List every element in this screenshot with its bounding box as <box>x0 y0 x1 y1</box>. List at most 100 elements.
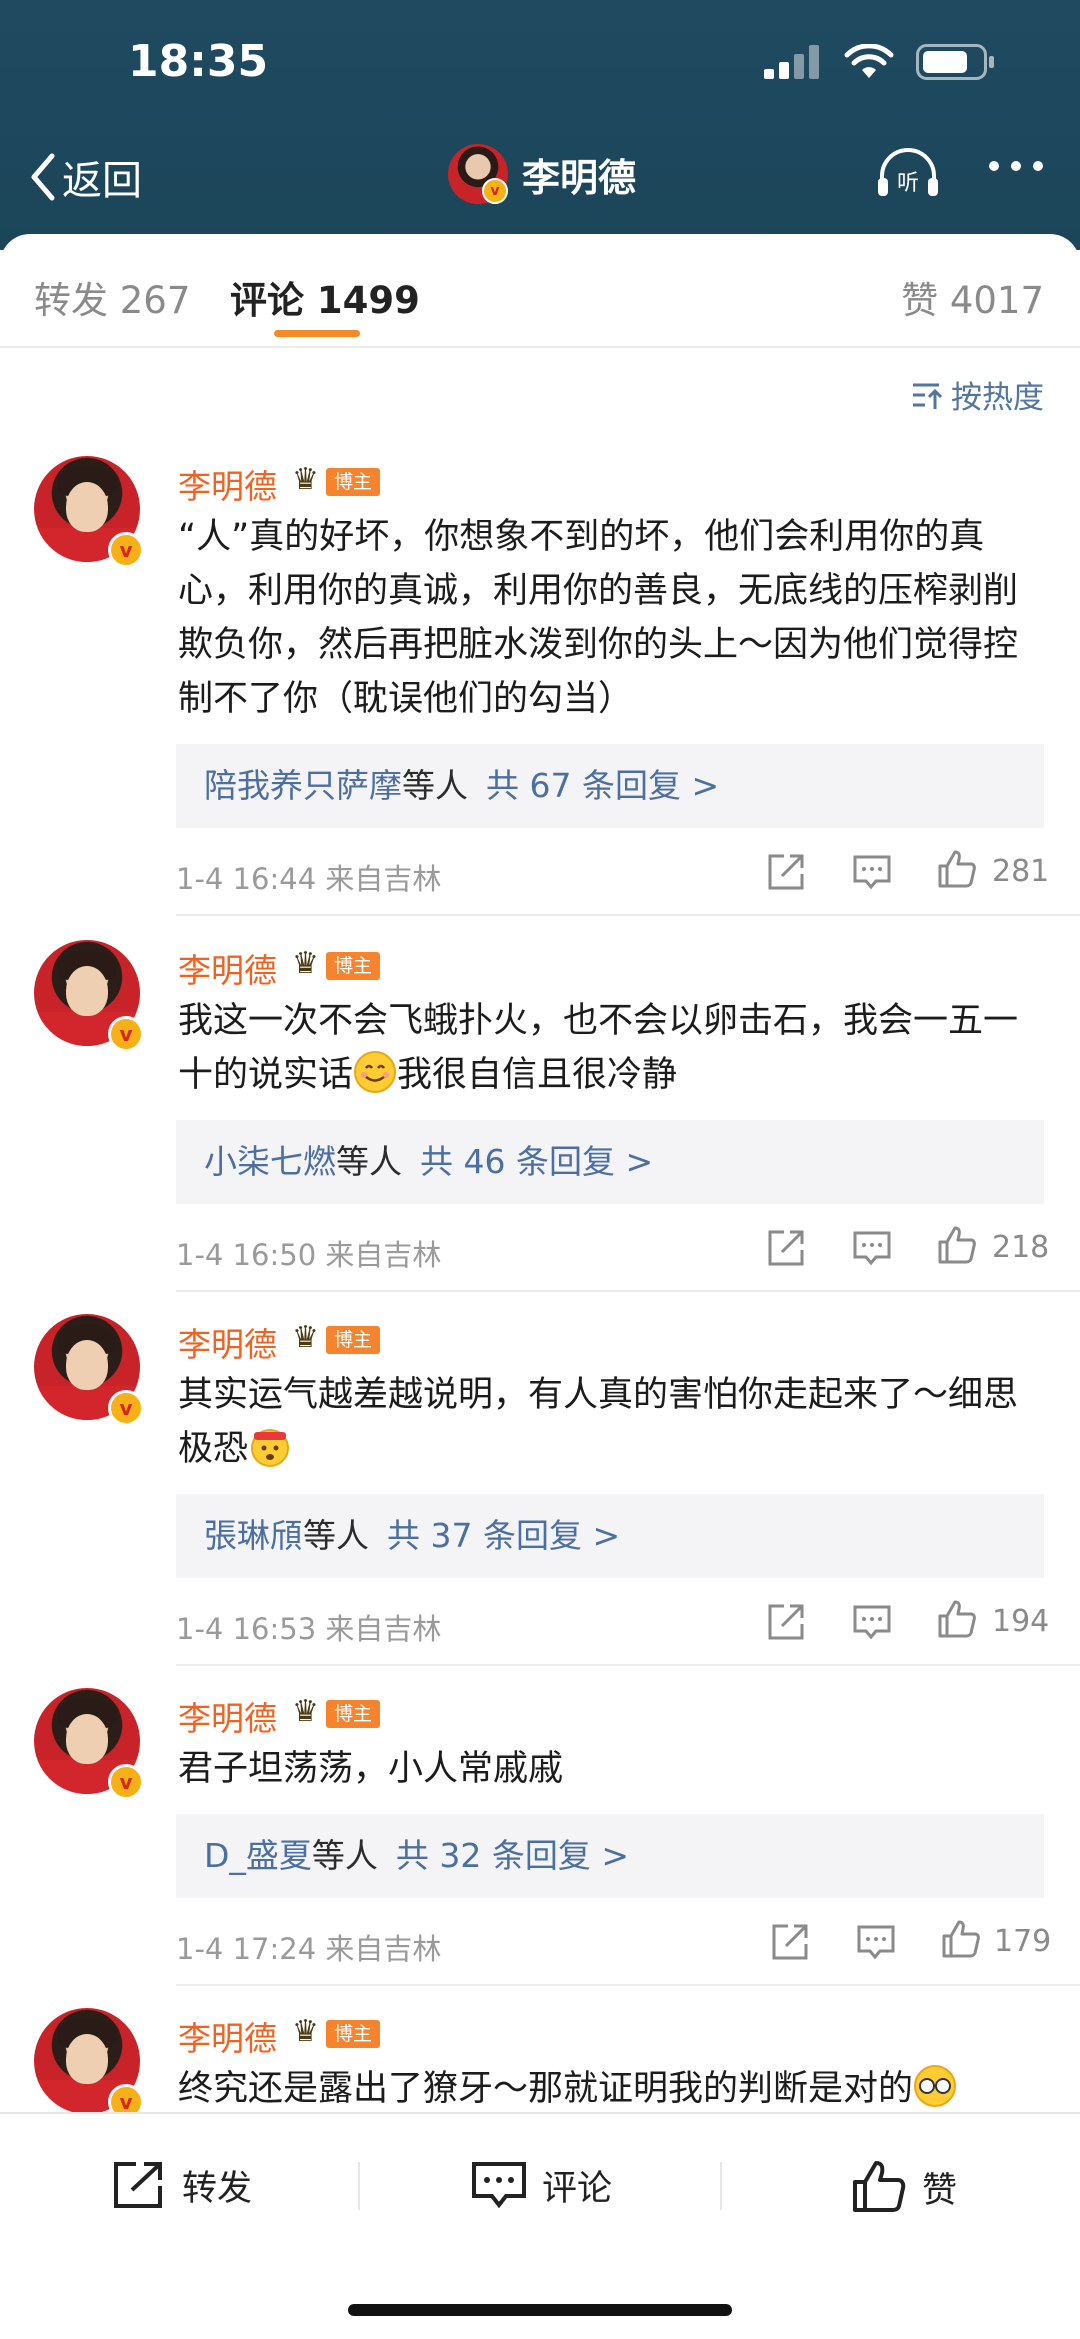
sort-button[interactable]: 按热度 <box>911 372 1044 417</box>
reply-comment-button[interactable] <box>852 1228 892 1272</box>
sort-label: 按热度 <box>951 380 1044 416</box>
reply-etc: 等人 <box>311 1836 378 1875</box>
author-tag: 博主 <box>326 1700 381 1728</box>
reply-user[interactable]: 陪我养只萨摩 <box>204 766 402 805</box>
battery-icon <box>916 44 994 80</box>
share-icon <box>772 1924 808 1960</box>
divider <box>176 1664 1080 1666</box>
scared-emoji-icon <box>251 1429 290 1467</box>
listen-button[interactable]: 听 <box>876 148 940 204</box>
comment-text: “人”真的好坏，你想象不到的坏，他们会利用你的真心，利用你的真诚，利用你的善良，… <box>178 517 1019 719</box>
comment-text: 我这一次不会飞蛾扑火，也不会以卵击石，我会一五一十的说实话 我很自信且很冷静 <box>178 994 1048 1102</box>
verified-badge-icon: v <box>482 178 508 204</box>
share-comment-button[interactable] <box>766 1228 806 1272</box>
tab-repost[interactable]: 转发 267 <box>34 270 190 324</box>
verified-badge-icon: v <box>108 1016 144 1052</box>
thumbs-up-icon <box>938 850 976 888</box>
top-header: 18:35 返回 v 李明德 听 <box>0 0 1080 250</box>
share-comment-button[interactable] <box>766 1602 806 1646</box>
back-button[interactable]: 返回 <box>28 148 142 206</box>
comment-icon <box>853 1231 891 1266</box>
reply-count[interactable]: 共 32 条回复 > <box>396 1836 629 1875</box>
divider <box>176 1984 1080 1986</box>
share-icon <box>768 1604 804 1640</box>
verified-badge-icon: v <box>108 1390 144 1426</box>
repost-button[interactable]: 转发 <box>110 2158 252 2212</box>
glasses-emoji-icon <box>914 2065 957 2107</box>
comment-meta: 1-4 16:50 来自吉林 <box>176 1238 442 1272</box>
back-label: 返回 <box>62 158 142 204</box>
reply-etc: 等人 <box>303 1516 369 1555</box>
like-comment-button[interactable] <box>936 848 978 894</box>
comment-icon <box>857 1925 895 1960</box>
comment-text-part: 其实运气越差越说明，有人真的害怕你走起来了～细思极恐 <box>178 1375 1019 1469</box>
comment-text-part: 我很自信且很冷静 <box>397 1055 678 1095</box>
separator <box>720 2162 722 2210</box>
signal-icon <box>764 45 819 79</box>
reply-summary[interactable]: 小柒七燃等人共 46 条回复 > <box>176 1120 1044 1204</box>
reply-count[interactable]: 共 37 条回复 > <box>387 1516 620 1555</box>
comment-text: 君子坦荡荡，小人常戚戚 <box>178 1749 564 1789</box>
thumbs-up-icon <box>853 2161 906 2212</box>
reply-comment-button[interactable] <box>852 1602 892 1646</box>
status-icons <box>764 44 996 80</box>
comment-text: 其实运气越差越说明，有人真的害怕你走起来了～细思极恐 <box>178 1368 1048 1476</box>
author-tag: 博主 <box>326 468 381 496</box>
bottom-action-bar: 转发 评论 赞 <box>0 2112 1080 2339</box>
reply-count[interactable]: 共 67 条回复 > <box>486 766 719 805</box>
author-tag: 博主 <box>326 952 381 980</box>
like-count: 281 <box>992 854 1050 889</box>
like-button[interactable]: 赞 <box>850 2158 957 2216</box>
comment-author[interactable]: 李明德 <box>178 460 277 508</box>
reply-user[interactable]: D_盛夏 <box>204 1836 312 1875</box>
more-button[interactable] <box>988 158 1044 177</box>
comment-meta: 1-4 17:24 来自吉林 <box>176 1932 442 1966</box>
tab-bar: 转发 267 评论 1499 赞 4017 <box>0 234 1080 348</box>
reply-user[interactable]: 小柒七燃 <box>204 1142 336 1181</box>
like-comment-button[interactable] <box>936 1598 978 1644</box>
reply-count[interactable]: 共 46 条回复 > <box>420 1142 653 1181</box>
reply-etc: 等人 <box>402 766 468 805</box>
share-comment-button[interactable] <box>770 1922 810 1966</box>
crown-icon: ♛ <box>292 1694 319 1729</box>
tab-likes[interactable]: 赞 4017 <box>901 270 1044 324</box>
crown-icon: ♛ <box>292 2014 319 2049</box>
comment-button[interactable]: 评论 <box>470 2158 612 2212</box>
status-time: 18:35 <box>128 36 269 87</box>
comment-author[interactable]: 李明德 <box>178 1692 277 1740</box>
sort-icon <box>913 383 943 409</box>
home-indicator <box>348 2304 732 2316</box>
like-count: 194 <box>992 1604 1050 1639</box>
thumbs-up-icon <box>942 1920 980 1958</box>
comment-meta: 1-4 16:44 来自吉林 <box>176 862 442 896</box>
like-count: 179 <box>994 1924 1052 1959</box>
share-comment-button[interactable] <box>766 852 806 896</box>
comment-author[interactable]: 李明德 <box>178 2012 277 2060</box>
like-comment-button[interactable] <box>936 1224 978 1270</box>
reply-comment-button[interactable] <box>856 1922 896 1966</box>
reply-comment-button[interactable] <box>852 852 892 896</box>
comment-author[interactable]: 李明德 <box>178 944 277 992</box>
tab-comments[interactable]: 评论 1499 <box>230 270 420 324</box>
comment-text-part: 终究还是露出了獠牙～那就证明我的判断是对的 <box>178 2069 914 2109</box>
share-icon <box>114 2162 162 2208</box>
reply-etc: 等人 <box>336 1142 402 1181</box>
avatar[interactable]: v <box>448 144 508 204</box>
reply-summary[interactable]: 陪我养只萨摩等人共 67 条回复 > <box>176 744 1044 828</box>
headphones-icon: 听 <box>878 148 938 196</box>
reply-summary[interactable]: D_盛夏等人共 32 条回复 > <box>176 1814 1044 1898</box>
like-comment-button[interactable] <box>940 1918 982 1964</box>
separator <box>358 2162 360 2210</box>
share-icon <box>768 1230 804 1266</box>
divider <box>176 914 1080 916</box>
reply-summary[interactable]: 張琳頎等人共 37 条回复 > <box>176 1494 1044 1578</box>
verified-badge-icon: v <box>108 1764 144 1800</box>
profile-header[interactable]: v 李明德 <box>448 144 636 204</box>
reply-user[interactable]: 張琳頎 <box>204 1516 303 1555</box>
author-tag: 博主 <box>326 1326 381 1354</box>
comment-author[interactable]: 李明德 <box>178 1318 277 1366</box>
crown-icon: ♛ <box>292 946 319 981</box>
smile-emoji-icon <box>354 1051 397 1093</box>
divider <box>176 1290 1080 1292</box>
page-title: 李明德 <box>522 155 637 200</box>
